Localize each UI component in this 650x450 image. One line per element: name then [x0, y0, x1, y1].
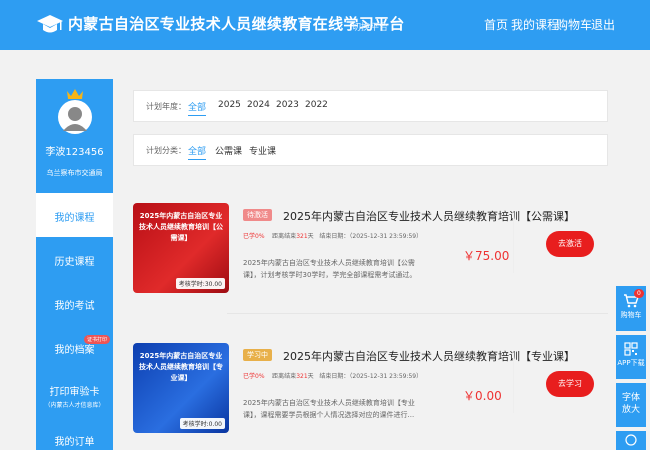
- menu-label: 打印审验卡: [49, 387, 100, 398]
- course-thumbnail[interactable]: 2025年内蒙古自治区专业技术人员继续教育培训【公需课】 考核学时:30.00: [133, 203, 229, 293]
- card-divider: [227, 313, 608, 314]
- category-option-all[interactable]: 全部: [188, 144, 207, 160]
- menu-my-archive[interactable]: 我的档案 证书打印: [36, 325, 113, 369]
- divider: [513, 213, 514, 273]
- days-remaining: 321: [296, 233, 308, 240]
- course-card: 2025年内蒙古自治区专业技术人员继续教育培训【专业课】 考核学时:0.00 学…: [133, 343, 608, 443]
- organization: 乌兰察布市交通局: [46, 169, 103, 177]
- thumbnail-title: 2025年内蒙古自治区专业技术人员继续教育培训【公需课】: [139, 212, 223, 242]
- graduation-cap-icon: [37, 15, 63, 33]
- course-meta: 已学0% 距离结束321天 结束日期：（2025-12-31 23:59:59）: [243, 231, 422, 240]
- menu-label: 历史课程: [54, 257, 95, 268]
- username: 李波123456: [45, 147, 104, 158]
- days-prefix: 距离结束: [272, 233, 297, 240]
- category-option-public[interactable]: 公需课: [215, 144, 242, 157]
- course-description: 2025年内蒙古自治区专业技术人员继续教育培训【公需课】，计划考核学时30学时，…: [243, 259, 417, 279]
- menu-label: 我的课程: [54, 213, 95, 224]
- float-font-button[interactable]: 字体放大: [616, 383, 646, 427]
- menu-history-courses[interactable]: 历史课程: [36, 237, 113, 281]
- progress-text: 已学0%: [243, 373, 265, 380]
- cart-label: 购物车: [620, 311, 642, 319]
- course-thumbnail[interactable]: 2025年内蒙古自治区专业技术人员继续教育培训【专业课】 考核学时:0.00: [133, 343, 229, 433]
- top-header: 内蒙古自治区专业技术人员继续教育在线学习平台 切换平台 首页 我的课程 购物车 …: [0, 0, 650, 50]
- days-remaining: 321: [296, 373, 308, 380]
- switch-platform-link[interactable]: 切换平台: [352, 20, 388, 33]
- nav-logout[interactable]: 退出: [591, 16, 615, 33]
- progress-text: 已学0%: [243, 233, 265, 240]
- year-option-2022[interactable]: 2022: [305, 100, 328, 110]
- menu-sublabel: （内蒙古人才信息库）: [44, 402, 105, 409]
- menu-label: 我的考试: [54, 301, 95, 312]
- course-price: ￥75.00: [463, 249, 510, 263]
- qr-code-icon: [624, 342, 638, 356]
- category-filter-label: 计划分类：: [146, 146, 186, 155]
- status-badge: 学习中: [243, 349, 272, 361]
- certificate-badge: 证书打印: [83, 335, 110, 344]
- days-suffix: 天: [307, 373, 314, 380]
- year-option-2024[interactable]: 2024: [247, 100, 270, 110]
- thumbnail-hours: 考核学时:0.00: [179, 418, 225, 429]
- sidebar: 李波123456 乌兰察布市交通局 我的课程 历史课程 我的考试 我的档案 证书…: [36, 79, 113, 450]
- year-option-2023[interactable]: 2023: [276, 100, 299, 110]
- year-option-all[interactable]: 全部: [188, 100, 207, 116]
- course-description: 2025年内蒙古自治区专业技术人员继续教育培训【专业课】，课程需要学员根据个人情…: [243, 399, 415, 419]
- course-title[interactable]: 2025年内蒙古自治区专业技术人员继续教育培训【公需课】: [283, 208, 575, 224]
- menu-my-exams[interactable]: 我的考试: [36, 281, 113, 325]
- float-app-button[interactable]: APP下载: [616, 335, 646, 379]
- study-button[interactable]: 去学习: [546, 371, 594, 397]
- end-date: 结束日期：（2025-12-31 23:59:59）: [319, 373, 423, 380]
- font-label: 字体放大: [621, 393, 640, 415]
- app-label: APP下载: [617, 359, 645, 367]
- year-filter: 计划年度： 全部 2025 2024 2023 2022: [133, 90, 608, 122]
- float-extra-button[interactable]: [616, 431, 646, 450]
- category-filter: 计划分类： 全部 公需课 专业课: [133, 134, 608, 166]
- category-option-professional[interactable]: 专业课: [249, 144, 276, 157]
- nav-my-courses[interactable]: 我的课程: [511, 16, 559, 33]
- thumbnail-hours: 考核学时:30.00: [175, 278, 225, 289]
- course-title[interactable]: 2025年内蒙古自治区专业技术人员继续教育培训【专业课】: [283, 348, 575, 364]
- user-profile: 李波123456 乌兰察布市交通局: [36, 79, 113, 191]
- avatar: [58, 89, 92, 134]
- year-filter-label: 计划年度：: [146, 102, 186, 111]
- menu-my-orders[interactable]: 我的订单: [36, 419, 113, 450]
- circle-icon: [625, 434, 637, 446]
- thumbnail-title: 2025年内蒙古自治区专业技术人员继续教育培训【专业课】: [139, 352, 223, 382]
- course-price: ￥0.00: [463, 389, 502, 403]
- status-badge: 待激活: [243, 209, 272, 221]
- course-card: 2025年内蒙古自治区专业技术人员继续教育培训【公需课】 考核学时:30.00 …: [133, 203, 608, 303]
- menu-my-courses[interactable]: 我的课程: [36, 193, 113, 237]
- nav-home[interactable]: 首页: [484, 16, 508, 33]
- course-meta: 已学0% 距离结束321天 结束日期：（2025-12-31 23:59:59）: [243, 371, 422, 380]
- days-prefix: 距离结束: [272, 373, 297, 380]
- days-suffix: 天: [307, 233, 314, 240]
- year-option-2025[interactable]: 2025: [218, 100, 241, 110]
- nav-cart[interactable]: 购物车: [556, 16, 592, 33]
- menu-print-card[interactable]: 打印审验卡 （内蒙古人才信息库）: [36, 371, 113, 415]
- cart-count: 0: [634, 289, 644, 298]
- float-cart-button[interactable]: 0 购物车: [616, 286, 646, 331]
- end-date: 结束日期：（2025-12-31 23:59:59）: [319, 233, 423, 240]
- divider: [513, 353, 514, 413]
- activate-button[interactable]: 去激活: [546, 231, 594, 257]
- menu-label: 我的订单: [54, 437, 95, 448]
